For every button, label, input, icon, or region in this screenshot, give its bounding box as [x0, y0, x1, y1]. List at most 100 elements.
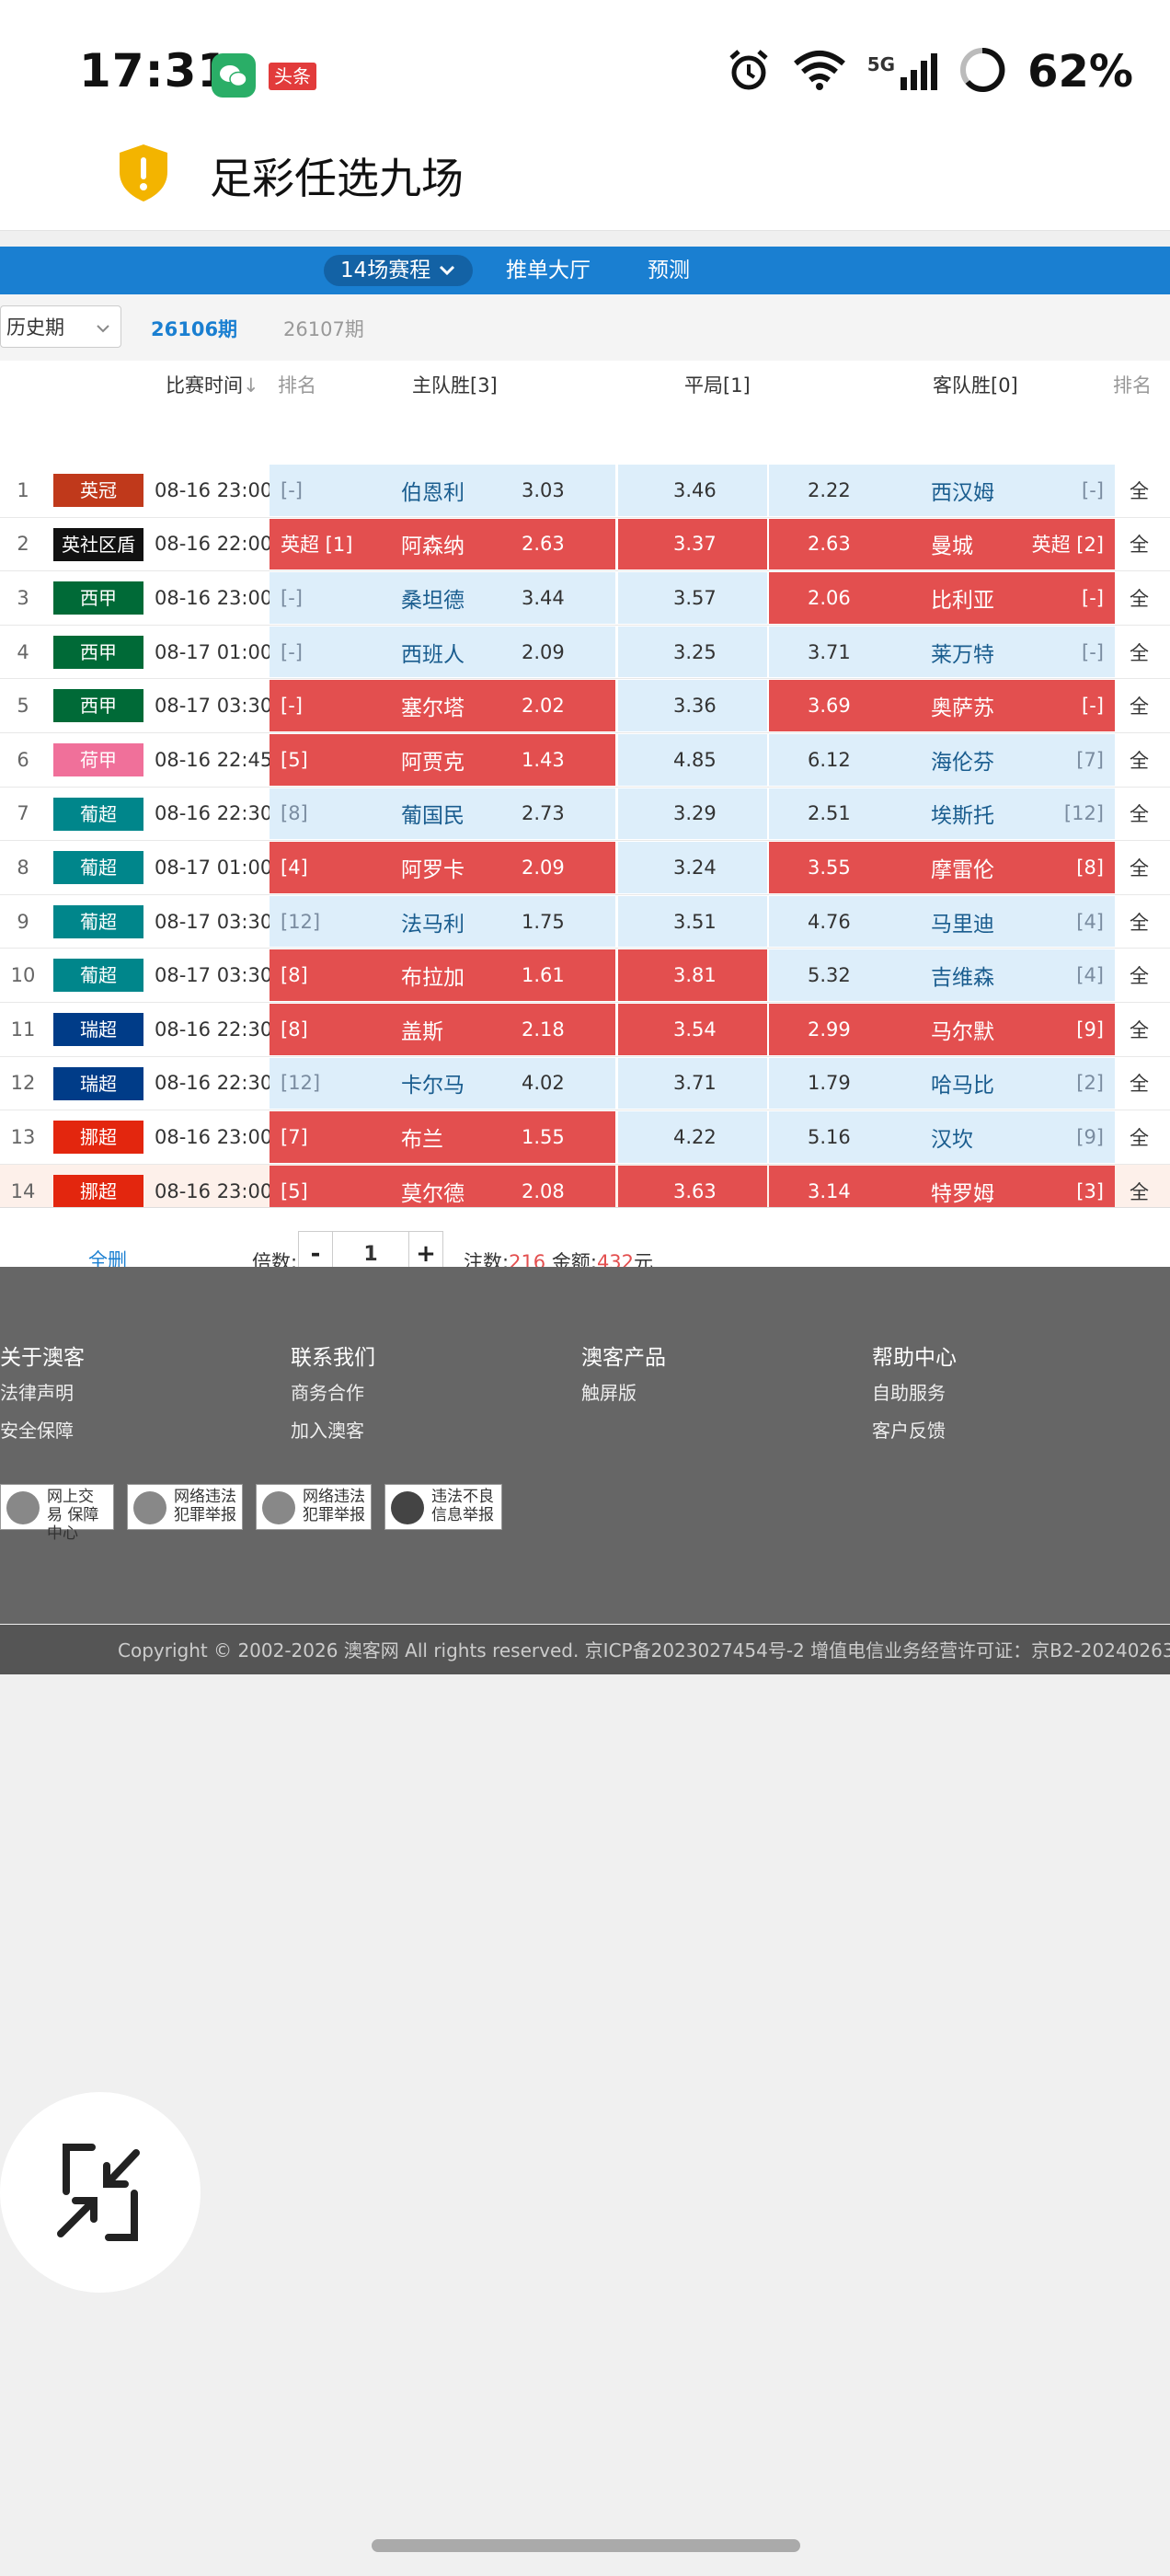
match-time: 08-17 01:00 — [155, 856, 273, 879]
away-team: 马尔默 — [931, 1019, 994, 1044]
footer-link-business[interactable]: 商务合作 — [291, 1378, 364, 1405]
select-all-button[interactable]: 全 — [1130, 841, 1149, 894]
match-time: 08-16 22:00 — [155, 533, 273, 556]
home-team: 阿森纳 — [401, 535, 465, 559]
match-time: 08-16 23:00 — [155, 1125, 273, 1148]
home-team: 布兰 — [401, 1127, 443, 1152]
tab-predict[interactable]: 预测 — [648, 247, 690, 294]
badge-illegal-info-report[interactable]: 违法不良 信息举报 — [384, 1484, 502, 1530]
home-odd: 3.03 — [522, 478, 565, 501]
police-badge-icon — [262, 1491, 295, 1524]
match-time: 08-16 22:30 — [155, 1072, 273, 1095]
away-odd: 6.12 — [808, 748, 851, 771]
away-odd: 2.06 — [808, 586, 851, 609]
footer-link-feedback[interactable]: 客户反馈 — [872, 1416, 946, 1443]
match-time: 08-17 03:30 — [155, 964, 273, 987]
match-list: 1 英冠 08-16 23:00 [-] 伯恩利 3.03 3.46 2.22 西汉姆 [-] 全 2… — [0, 464, 1170, 1219]
league-badge: 西甲 — [53, 635, 143, 669]
row-index: 3 — [17, 586, 29, 609]
away-rank: 英超 [2] — [1031, 534, 1104, 557]
shield-warning-icon[interactable] — [116, 143, 171, 203]
collapse-arrows-icon — [57, 2144, 140, 2241]
footer-link-selfservice[interactable]: 自助服务 — [872, 1378, 946, 1405]
away-team: 西汉姆 — [931, 480, 994, 505]
row-index: 1 — [17, 478, 29, 501]
badge-trade-protection[interactable]: 网上交易 保障中心 — [0, 1484, 114, 1543]
draw-odd: 3.71 — [673, 1072, 717, 1095]
match-time: 08-16 22:45 — [155, 748, 273, 771]
select-all-button[interactable]: 全 — [1130, 949, 1149, 1002]
home-rank: [7] — [281, 1125, 308, 1148]
footer-link-touch[interactable]: 触屏版 — [581, 1378, 637, 1405]
select-all-button[interactable]: 全 — [1130, 626, 1149, 679]
select-all-button[interactable]: 全 — [1130, 571, 1149, 625]
home-rank: [5] — [281, 748, 308, 771]
chevron-down-icon — [438, 259, 456, 282]
page-title: 足彩任选九场 — [210, 154, 464, 203]
away-rank: [-] — [1082, 586, 1104, 609]
away-team: 摩雷伦 — [931, 857, 994, 882]
league-badge: 西甲 — [53, 689, 143, 723]
draw-odd: 3.46 — [673, 478, 717, 501]
chevron-down-icon — [95, 306, 111, 349]
signal-icon: 5G — [866, 53, 938, 90]
row-index: 11 — [10, 1018, 36, 1041]
history-period-select[interactable]: 历史期 — [0, 305, 121, 348]
row-index: 6 — [17, 748, 29, 771]
row-index: 9 — [17, 910, 29, 933]
exit-fullscreen-button[interactable] — [0, 2092, 201, 2293]
away-team: 哈马比 — [931, 1074, 994, 1098]
select-all-button[interactable]: 全 — [1130, 1057, 1149, 1110]
home-rank: 英超 [1] — [281, 534, 353, 557]
away-team: 海伦芬 — [931, 750, 994, 775]
row-index: 10 — [10, 964, 36, 987]
app-header — [0, 138, 1170, 231]
away-team: 曼城 — [931, 535, 973, 559]
period-next[interactable]: 26107期 — [283, 315, 364, 342]
away-odd: 3.69 — [808, 695, 851, 718]
select-all-button[interactable]: 全 — [1130, 464, 1149, 517]
select-all-button[interactable]: 全 — [1130, 733, 1149, 787]
table-row: 3 西甲 08-16 23:00 [-] 桑坦德 3.44 3.57 2.06 比利亚 [-] 全 — [0, 571, 1170, 626]
table-row: 9 葡超 08-17 03:30 [12] 法马利 1.75 3.51 4.76 马里迪 [4] 全 — [0, 894, 1170, 949]
select-all-button[interactable]: 全 — [1130, 518, 1149, 571]
select-all-button[interactable]: 全 — [1130, 788, 1149, 841]
away-rank: [9] — [1076, 1018, 1104, 1041]
match-time: 08-17 03:30 — [155, 910, 273, 933]
tab-tipping-hall[interactable]: 推单大厅 — [506, 247, 591, 294]
footer-link-security[interactable]: 安全保障 — [0, 1416, 74, 1443]
home-rank: [8] — [281, 964, 308, 987]
toutiao-icon: 头条 — [269, 63, 316, 90]
badge-cybercrime-report-1[interactable]: 网络违法 犯罪举报 — [127, 1484, 243, 1530]
home-team: 桑坦德 — [401, 588, 465, 613]
home-rank: [-] — [281, 586, 303, 609]
badge-cybercrime-report-2[interactable]: 网络违法 犯罪举报 — [256, 1484, 372, 1530]
away-rank: [-] — [1082, 478, 1104, 501]
away-team: 莱万特 — [931, 642, 994, 667]
home-team: 盖斯 — [401, 1019, 443, 1044]
home-team: 西班人 — [401, 642, 465, 667]
table-row: 8 葡超 08-17 01:00 [4] 阿罗卡 2.09 3.24 3.55 摩雷伦 [8] 全 — [0, 841, 1170, 895]
home-rank: [8] — [281, 802, 308, 825]
col-time[interactable]: 比赛时间↓ — [166, 361, 259, 410]
network-type: 5G — [866, 53, 896, 75]
tab-14-schedule[interactable]: 14场赛程 — [324, 255, 473, 286]
select-all-button[interactable]: 全 — [1130, 1003, 1149, 1056]
select-all-button[interactable]: 全 — [1130, 679, 1149, 732]
home-odd: 1.55 — [522, 1125, 565, 1148]
home-indicator[interactable] — [372, 2539, 800, 2552]
footer-link-legal[interactable]: 法律声明 — [0, 1378, 74, 1405]
away-team: 吉维森 — [931, 966, 994, 991]
league-badge: 荷甲 — [53, 742, 143, 776]
period-current[interactable]: 26106期 — [151, 315, 237, 342]
col-away: 客队胜[0] — [933, 374, 1018, 397]
away-rank: [2] — [1076, 1072, 1104, 1095]
draw-odd: 3.54 — [673, 1018, 717, 1041]
footer-link-join[interactable]: 加入澳客 — [291, 1416, 364, 1443]
select-all-button[interactable]: 全 — [1130, 895, 1149, 949]
home-odd: 2.09 — [522, 640, 565, 663]
select-all-button[interactable]: 全 — [1130, 1110, 1149, 1164]
away-team: 比利亚 — [931, 588, 994, 613]
away-odd: 1.79 — [808, 1072, 851, 1095]
home-team: 卡尔马 — [401, 1074, 465, 1098]
